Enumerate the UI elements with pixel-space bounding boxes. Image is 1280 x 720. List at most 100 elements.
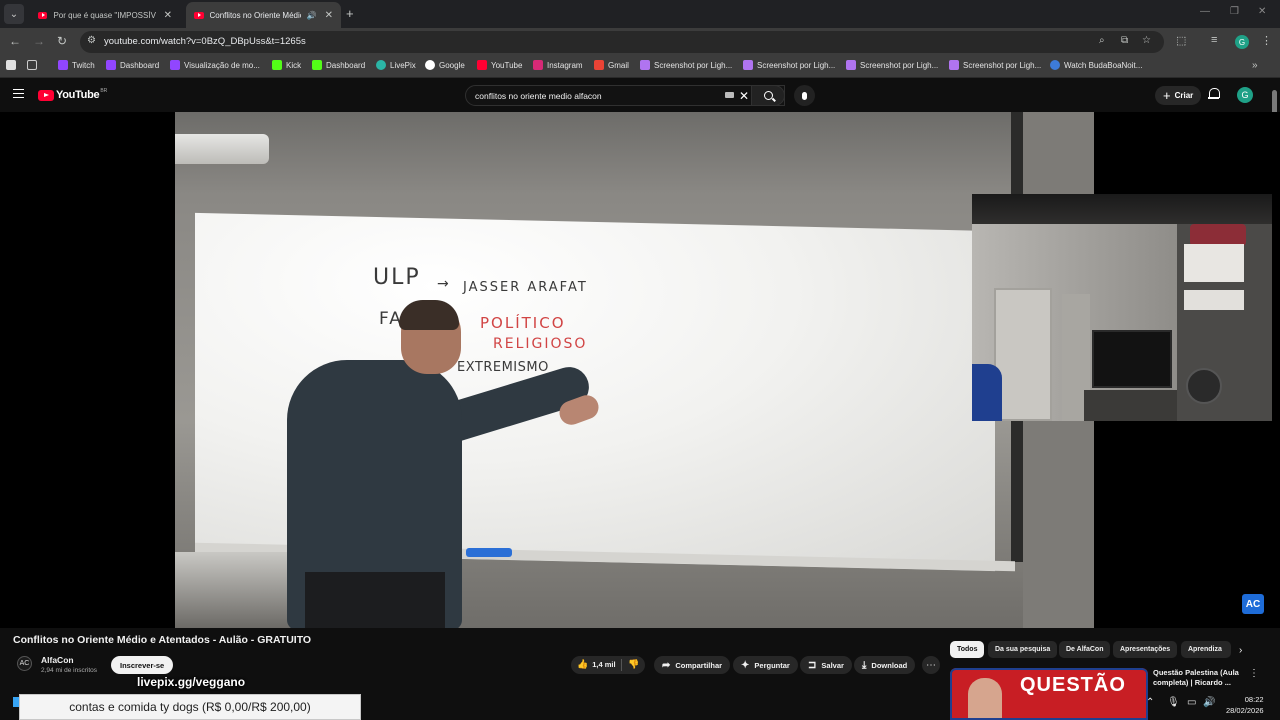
twitch-icon — [58, 60, 68, 70]
site-info-icon[interactable]: ⚙ — [87, 35, 96, 46]
plus-icon: + — [1163, 88, 1171, 103]
notifications-bell-icon[interactable] — [1208, 88, 1220, 100]
window-close-icon[interactable]: ✕ — [1258, 6, 1266, 17]
bookmark-star-icon[interactable]: ☆ — [1142, 35, 1151, 46]
bookmark-livepix[interactable]: LivePix — [376, 60, 416, 70]
profile-avatar[interactable]: G — [1235, 35, 1249, 49]
browser-toolbar: ← → ↻ ⚙ youtube.com/watch?v=0BzQ_DBpUss&… — [0, 28, 1280, 56]
forward-icon[interactable]: → — [33, 34, 45, 48]
channel-watermark[interactable]: AC — [1242, 594, 1264, 614]
channel-name[interactable]: AlfaCon — [41, 655, 74, 665]
zoom-icon[interactable]: ⌕ — [1099, 35, 1105, 46]
bookmark-dashboard[interactable]: Dashboard — [106, 60, 159, 70]
bookmark-screenshot-4[interactable]: Screenshot por Ligh... — [949, 60, 1041, 70]
minimize-icon[interactable]: — — [1200, 6, 1210, 17]
save-button[interactable]: ⊐ Salvar — [800, 656, 852, 674]
youtube-favicon-icon — [38, 11, 48, 19]
search-button[interactable] — [751, 85, 785, 106]
recommendation-title[interactable]: Questão Palestina (Aula completa) | Rica… — [1153, 668, 1245, 688]
youtube-header: YouTube BR conflitos no oriente medio al… — [0, 78, 1280, 112]
menu-icon[interactable] — [13, 89, 24, 98]
apps-icon[interactable] — [6, 60, 20, 70]
search-input[interactable]: conflitos no oriente medio alfacon ✕ — [465, 85, 785, 106]
bookmark-visualizacao[interactable]: Visualização de mo... — [170, 60, 260, 70]
taskbar-clock[interactable]: 08:22 28/02/2026 — [1226, 694, 1264, 716]
reload-icon[interactable]: ↻ — [57, 34, 67, 48]
chevron-right-icon[interactable]: › — [1239, 645, 1242, 656]
voice-search-button[interactable] — [794, 85, 815, 106]
share-button[interactable]: ➦ Compartilhar — [654, 656, 731, 674]
bookmark-watch-buda[interactable]: Watch BudaBoaNoit... — [1050, 60, 1142, 70]
browser-menu-icon[interactable]: ⋮ — [1261, 34, 1272, 47]
more-bookmarks-icon[interactable]: » — [1252, 60, 1258, 71]
donation-goal-text: contas e comida ty dogs (R$ 0,00/R$ 200,… — [69, 700, 311, 714]
download-button[interactable]: ⤓ Download — [854, 656, 916, 674]
tray-display-icon[interactable]: ▭ — [1187, 697, 1196, 708]
thumbs-down-icon: 👎 — [628, 659, 640, 669]
reading-list-icon[interactable]: ≡ — [1211, 34, 1217, 46]
tab-conflitos[interactable]: Conflitos no Oriente Médio 🔊 ✕ — [186, 2, 341, 28]
tray-volume-icon[interactable]: 🔊 — [1203, 697, 1215, 708]
clock-date: 28/02/2026 — [1226, 706, 1264, 715]
dislike-button[interactable]: 👎 — [628, 659, 639, 670]
bookmark-kick[interactable]: Kick — [272, 60, 301, 70]
feather-icon — [640, 60, 650, 70]
chip-aprendizagem[interactable]: Aprendiza — [1181, 641, 1231, 658]
youtube-favicon-icon — [194, 11, 204, 19]
webcam-shelf-box-2 — [1184, 290, 1244, 310]
like-button[interactable]: 👍 1,4 mil — [577, 659, 616, 670]
ask-button[interactable]: ✦ Perguntar — [733, 656, 798, 674]
tray-mic-icon[interactable]: 🎙 — [1167, 697, 1180, 708]
install-app-icon[interactable]: ⧉ — [1121, 35, 1128, 46]
webcam-overlay — [972, 194, 1272, 421]
channel-avatar[interactable]: AC — [17, 656, 32, 671]
chip-de-alfacon[interactable]: De AlfaCon — [1059, 641, 1111, 658]
tab-search-icon[interactable]: ⌄ — [4, 4, 24, 24]
bookmark-screenshot-2[interactable]: Screenshot por Ligh... — [743, 60, 835, 70]
close-tab-icon[interactable]: ✕ — [164, 10, 172, 21]
youtube-logo[interactable]: YouTube BR — [38, 88, 108, 101]
bookmark-twitch[interactable]: Twitch — [58, 60, 95, 70]
livepix-icon — [376, 60, 386, 70]
close-tab-icon[interactable]: ✕ — [325, 10, 333, 21]
video-player[interactable]: ULP → JASSER ARAFAT FA POLÍTICO RELIGIOS… — [0, 112, 1280, 628]
extensions-icon[interactable]: ⬚ — [1176, 34, 1186, 47]
tab-por-que[interactable]: Por que é quase "IMPOSSÍVEL" ✕ — [30, 2, 180, 28]
recommendation-menu-icon[interactable]: ⋮ — [1249, 668, 1259, 679]
feather-icon — [743, 60, 753, 70]
speaker-icon[interactable]: 🔊 — [307, 11, 317, 20]
save-label: Salvar — [821, 660, 844, 670]
more-actions-icon[interactable]: ⋯ — [922, 656, 940, 674]
bookmark-youtube[interactable]: YouTube — [477, 60, 522, 70]
chip-apresentacoes[interactable]: Apresentações — [1113, 641, 1178, 658]
new-tab-icon[interactable]: + — [346, 6, 354, 21]
bookmark-gmail[interactable]: Gmail — [594, 60, 629, 70]
thumbs-up-icon: 👍 — [577, 659, 589, 669]
air-conditioner — [175, 134, 269, 164]
kick-icon — [312, 60, 322, 70]
bookmark-google[interactable]: Google — [425, 60, 465, 70]
back-icon[interactable]: ← — [9, 34, 21, 48]
browser-tabstrip: ⌄ Por que é quase "IMPOSSÍVEL" ✕ Conflit… — [0, 0, 1280, 28]
maximize-icon[interactable]: ❐ — [1230, 6, 1239, 17]
video-title: Conflitos no Oriente Médio e Atentados -… — [13, 634, 312, 646]
keyboard-icon[interactable] — [725, 92, 734, 98]
chip-todos[interactable]: Todos — [950, 641, 985, 658]
url-text: youtube.com/watch?v=0BzQ_DBpUss&t=1265s — [104, 36, 306, 47]
whiteboard-text-arafat: JASSER ARAFAT — [463, 280, 588, 295]
account-avatar[interactable]: G — [1237, 87, 1253, 103]
chip-da-sua-pesquisa[interactable]: Da sua pesquisa — [988, 641, 1058, 658]
tab-groups-icon[interactable] — [27, 60, 41, 70]
address-bar[interactable]: ⚙ youtube.com/watch?v=0BzQ_DBpUss&t=1265… — [80, 31, 1164, 53]
divider — [621, 659, 622, 671]
clear-search-icon[interactable]: ✕ — [739, 89, 749, 103]
bookmark-screenshot-3[interactable]: Screenshot por Ligh... — [846, 60, 938, 70]
tray-expand-icon[interactable]: ⌃ — [1146, 697, 1154, 708]
bookmark-instagram[interactable]: Instagram — [533, 60, 583, 70]
region-code: BR — [100, 88, 108, 94]
subscribe-button[interactable]: Inscrever-se — [111, 656, 174, 674]
kick-icon — [272, 60, 282, 70]
bookmark-screenshot-1[interactable]: Screenshot por Ligh... — [640, 60, 732, 70]
create-button[interactable]: + Criar — [1155, 86, 1202, 105]
bookmark-dashboard-kick[interactable]: Dashboard — [312, 60, 365, 70]
